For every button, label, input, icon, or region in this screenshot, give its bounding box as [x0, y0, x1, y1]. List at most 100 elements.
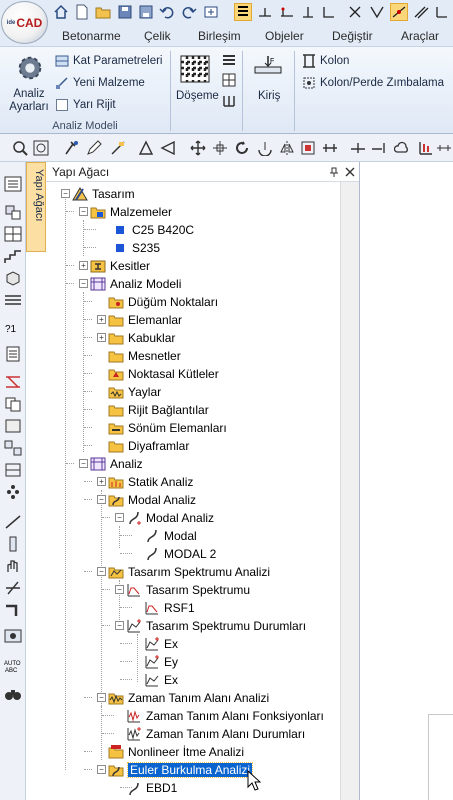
tool-cube-icon[interactable]	[4, 270, 22, 286]
tree-scrollbar[interactable]	[340, 182, 359, 800]
snap-active-icon[interactable]	[390, 3, 408, 21]
tree-node-ex[interactable]: Ex	[144, 635, 178, 653]
stretch-icon[interactable]	[322, 140, 338, 156]
semi-rigid-checkbox[interactable]	[56, 99, 68, 111]
new-file-icon[interactable]	[73, 3, 91, 21]
tool-pipe-icon[interactable]	[4, 602, 22, 618]
expander-static[interactable]: +	[97, 477, 106, 486]
tool-report-icon[interactable]	[4, 346, 22, 362]
axis-icon[interactable]	[418, 140, 434, 156]
measure-icon[interactable]	[110, 140, 126, 156]
expander-sections[interactable]: +	[79, 261, 88, 270]
beam-button[interactable]: Kiriş	[258, 90, 280, 102]
tab-degistir[interactable]: Değiştir	[332, 29, 373, 43]
app-logo[interactable]: ide CAD	[1, 1, 48, 44]
tree-node-analysis[interactable]: Analiz	[90, 455, 143, 473]
tool-dashboard-icon[interactable]	[4, 628, 22, 644]
column-wall-punch-button[interactable]: Kolon/Perde Zımbalama	[320, 77, 444, 89]
trim-icon[interactable]	[350, 140, 366, 156]
tool-autoabc-icon[interactable]: AUTOABC	[4, 658, 22, 674]
tool-frame-icon[interactable]	[4, 462, 22, 478]
tree-node-materials[interactable]: Malzemeler	[90, 203, 172, 221]
tree-node-th-functions[interactable]: Zaman Tanım Alanı Fonksiyonları	[126, 707, 324, 725]
tree-node-sections[interactable]: Kesitler	[90, 257, 150, 275]
tree-node-rigid-links[interactable]: Rijit Bağlantılar	[108, 401, 209, 419]
tree-node-ey[interactable]: Ey	[144, 653, 178, 671]
save-as-icon[interactable]	[137, 3, 155, 21]
expander-analysis[interactable]: −	[79, 459, 88, 468]
slab-icon[interactable]	[180, 55, 210, 83]
rotate-icon[interactable]	[234, 140, 250, 156]
analysis-settings-button[interactable]: Analiz Ayarları	[9, 88, 49, 114]
cloud-icon[interactable]	[394, 140, 410, 156]
refresh-view-icon[interactable]	[202, 3, 220, 21]
tool-layers-icon[interactable]	[4, 418, 22, 434]
tree-view-icon[interactable]	[234, 3, 252, 21]
tool-hand-icon[interactable]	[4, 558, 22, 574]
tree-node-diaphragms[interactable]: Diyaframlar	[108, 437, 189, 455]
tool-column-icon[interactable]	[4, 536, 22, 552]
snap-node-icon[interactable]	[368, 3, 386, 21]
save-icon[interactable]	[116, 3, 134, 21]
snap-end-icon[interactable]	[278, 3, 296, 21]
expander-spectrum-cases[interactable]: −	[115, 621, 124, 630]
side-tab-structure-tree[interactable]: Yapı Ağacı	[26, 162, 46, 252]
snap-intersection-icon[interactable]	[346, 3, 364, 21]
tree-node-s235[interactable]: S235	[112, 239, 160, 257]
expander-modal-sub[interactable]: −	[115, 513, 124, 522]
tab-objeler[interactable]: Objeler	[265, 29, 304, 43]
tree-node-rsf1[interactable]: RSF1	[144, 599, 195, 617]
tool-grid-icon[interactable]	[4, 226, 22, 242]
tree-node-nodes[interactable]: Düğüm Noktaları	[108, 293, 218, 311]
floor-params-button[interactable]: Kat Parametreleri	[73, 55, 162, 67]
tool-floors-icon[interactable]	[4, 292, 22, 308]
expander-tasarim[interactable]: −	[61, 189, 70, 198]
undo-icon[interactable]	[158, 3, 176, 21]
tool-blocks-icon[interactable]	[4, 440, 22, 456]
expander-time-history[interactable]: −	[97, 693, 106, 702]
tree-node-static[interactable]: Statik Analiz	[108, 473, 193, 491]
close-icon[interactable]	[344, 166, 356, 178]
new-material-button[interactable]: Yeni Malzeme	[73, 77, 145, 89]
snap-line-icon[interactable]	[320, 3, 338, 21]
column-button[interactable]: Kolon	[320, 55, 349, 67]
tree-node-modal-2[interactable]: MODAL 2	[144, 545, 216, 563]
snap-grid-icon[interactable]	[433, 3, 451, 21]
tree-node-rsa[interactable]: Tasarım Spektrumu Analizi	[108, 563, 270, 581]
tree-node-th-cases[interactable]: Zaman Tanım Alanı Durumları	[126, 725, 305, 743]
tab-araclar[interactable]: Araçlar	[401, 29, 439, 43]
tab-celik[interactable]: Çelik	[144, 29, 171, 43]
tool-supports-icon[interactable]	[4, 484, 22, 500]
tool-binoculars-icon[interactable]	[4, 686, 22, 702]
tree-node-tasarim[interactable]: Tasarım	[72, 185, 135, 203]
tree-node-modal[interactable]: Modal Analiz	[108, 491, 196, 509]
move-icon[interactable]	[190, 140, 206, 156]
tree-node-buckling[interactable]: Euler Burkulma Analizi	[108, 761, 254, 779]
tree-node-elements[interactable]: Elemanlar	[108, 311, 182, 329]
snap-midpoint-icon[interactable]	[256, 3, 274, 21]
zoom-window-icon[interactable]	[33, 140, 49, 156]
tree-node-pushover[interactable]: Nonlineer İtme Analizi	[108, 743, 244, 761]
tree-node-modal-1[interactable]: Modal	[144, 527, 197, 545]
mirror-icon[interactable]	[279, 140, 295, 156]
gear-icon[interactable]	[14, 53, 46, 83]
tree-node-ex-2[interactable]: Ex	[144, 671, 178, 689]
drawing-canvas[interactable]	[359, 162, 453, 800]
snap-parallel-icon[interactable]	[412, 3, 430, 21]
slab-tool-3-icon[interactable]	[222, 94, 236, 108]
tree-node-time-history[interactable]: Zaman Tanım Alanı Analizi	[108, 689, 269, 707]
tab-betonarme[interactable]: Betonarme	[62, 29, 121, 43]
tree-node-shells[interactable]: Kabuklar	[108, 329, 175, 347]
pin-icon[interactable]	[328, 166, 340, 178]
home-icon[interactable]	[52, 3, 70, 21]
expander-modal[interactable]: −	[97, 495, 106, 504]
dimension-icon[interactable]	[436, 140, 452, 156]
expander-materials[interactable]: −	[79, 207, 88, 216]
tree-node-ebd1[interactable]: EBD1	[126, 779, 177, 797]
rotate-copy-icon[interactable]	[257, 140, 273, 156]
pick-icon[interactable]	[63, 140, 79, 156]
angle-icon[interactable]	[160, 140, 176, 156]
tool-copy-icon[interactable]	[4, 396, 22, 412]
tree-node-supports[interactable]: Mesnetler	[108, 347, 181, 365]
tool-stairs-icon[interactable]	[4, 248, 22, 264]
